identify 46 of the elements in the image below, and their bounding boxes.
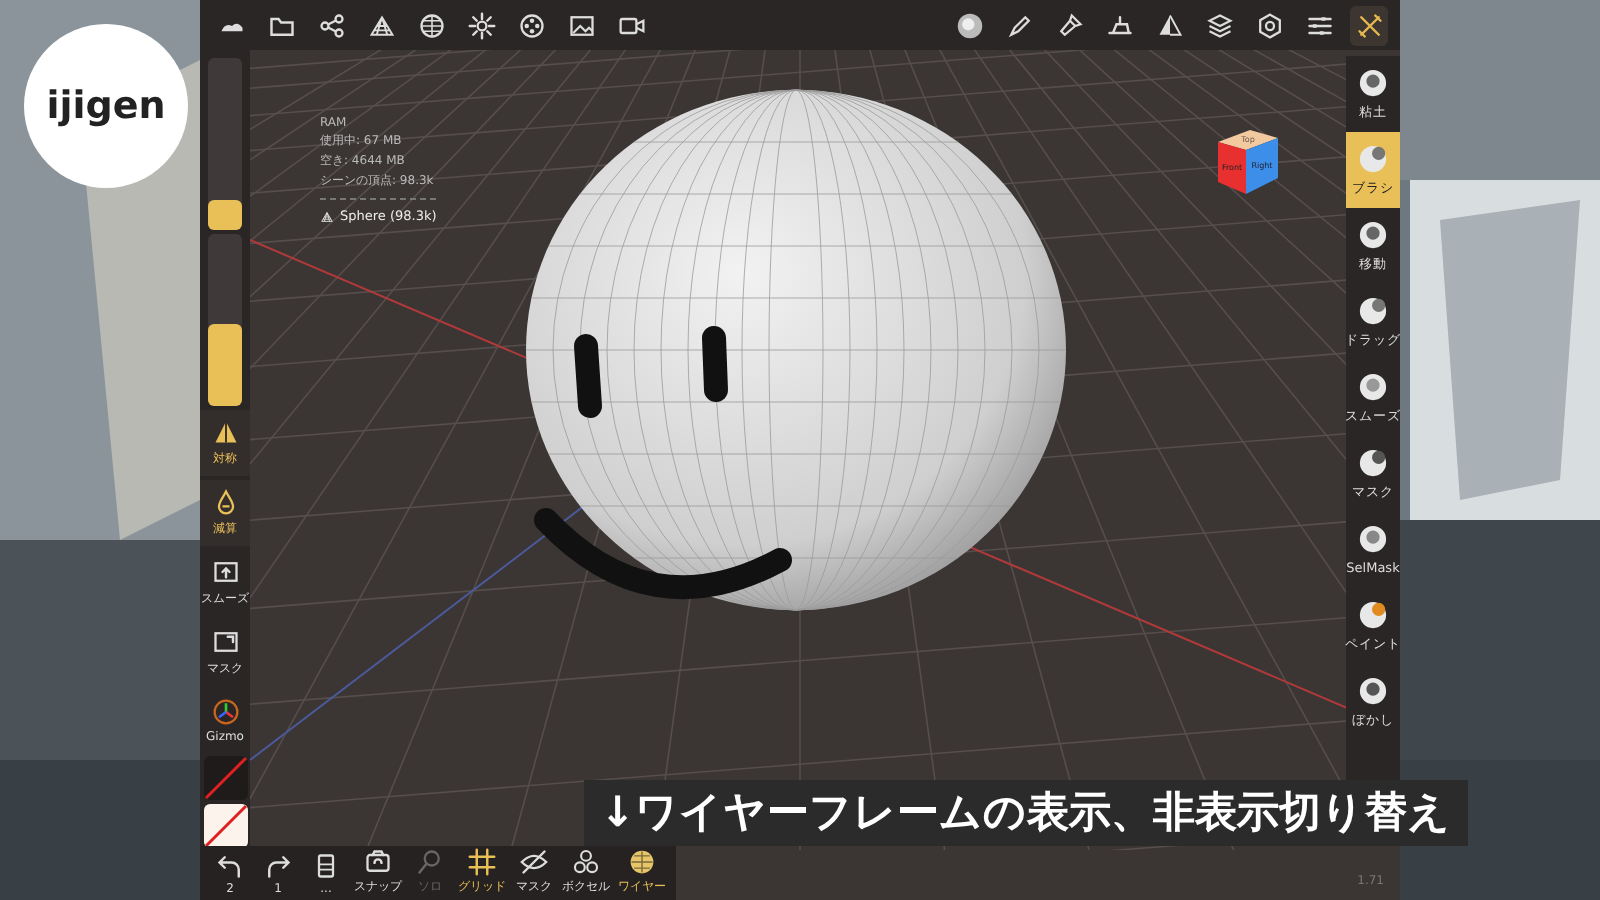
sun-icon	[467, 11, 495, 39]
brush-ball-icon	[1358, 675, 1388, 705]
brush-ball-icon	[1358, 143, 1388, 173]
redo-icon	[264, 852, 292, 880]
stamp-icon	[1105, 11, 1133, 39]
eye-slash-icon	[520, 848, 548, 876]
brush-ball-icon	[1358, 599, 1388, 629]
gizmo-icon	[211, 698, 239, 726]
sphere-material-icon	[955, 11, 983, 39]
upload-box-icon	[211, 558, 239, 586]
circles-icon	[572, 848, 600, 876]
toolbar-button[interactable]	[1350, 5, 1388, 45]
stroke-swatch[interactable]	[203, 804, 247, 848]
cube-face[interactable]	[1218, 142, 1246, 194]
share-icon	[317, 11, 345, 39]
brush-ball-icon	[1358, 524, 1388, 554]
triangle-mesh-icon	[367, 11, 395, 39]
brush-ball-icon	[1358, 67, 1388, 97]
brush-ball-icon	[1358, 219, 1388, 249]
grid-icon	[468, 848, 496, 876]
search-icon	[416, 848, 444, 876]
globe-icon	[417, 11, 445, 39]
settings-icon	[1255, 11, 1283, 39]
slider[interactable]	[208, 234, 242, 406]
camera-icon	[364, 848, 392, 876]
triangle-icon	[211, 418, 239, 446]
brush-ball-icon	[1358, 371, 1388, 401]
layers-icon	[1205, 11, 1233, 39]
slider[interactable]	[208, 58, 242, 230]
corner-box-icon	[211, 628, 239, 656]
mirror-triangle-icon	[1155, 11, 1183, 39]
triangle-mesh-icon	[320, 209, 334, 223]
wire-sphere-icon	[628, 848, 656, 876]
undo-icon	[216, 852, 244, 880]
brush-ball-icon	[1358, 447, 1388, 477]
cube-face[interactable]	[1218, 130, 1278, 150]
caption: ↓ワイヤーフレームの表示、非表示切り替え	[584, 780, 1468, 846]
tools-icon	[1355, 11, 1383, 39]
phone-icon	[312, 852, 340, 880]
brush-ball-icon	[1358, 295, 1388, 325]
brush-icon	[1055, 11, 1083, 39]
pen-icon	[1005, 11, 1033, 39]
stroke-swatch[interactable]	[203, 756, 247, 800]
sliders-icon	[1305, 11, 1333, 39]
image-icon	[567, 11, 595, 39]
film-reel-icon	[517, 11, 545, 39]
